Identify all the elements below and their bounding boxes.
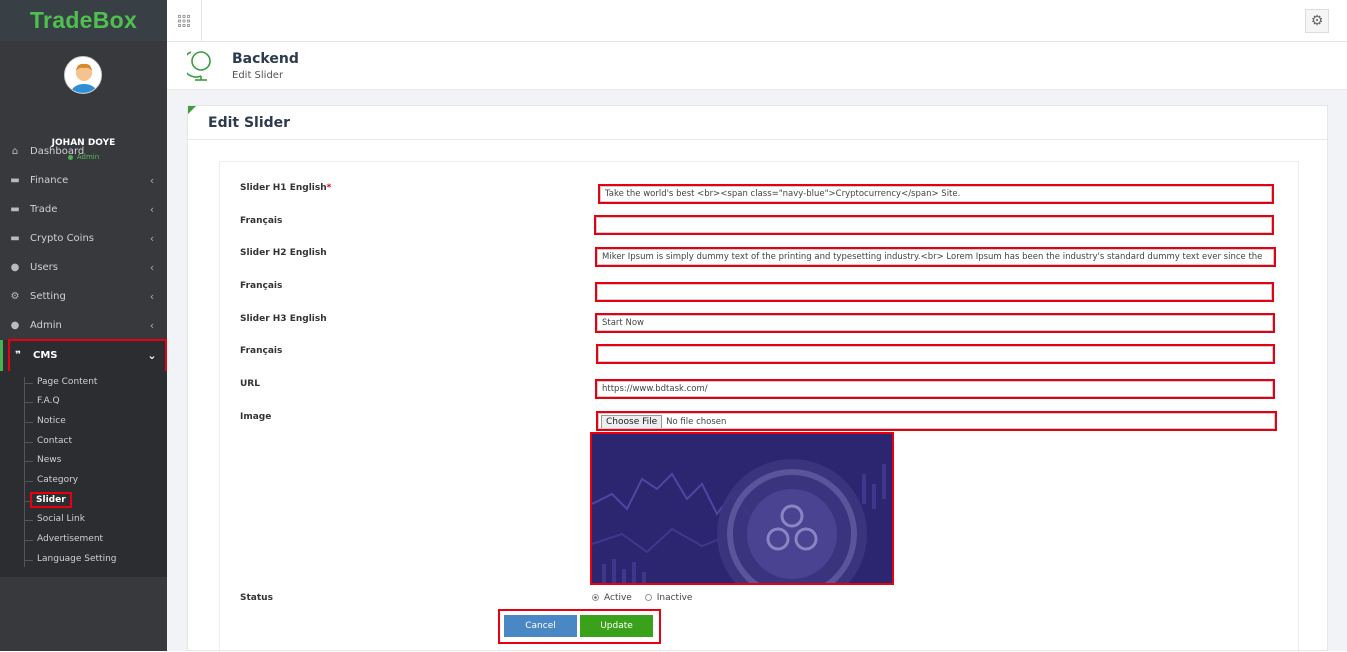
panel-corner-marker	[188, 106, 196, 114]
h1-english-label: Slider H1 English*	[240, 183, 331, 193]
status-label: Status	[240, 593, 273, 603]
sidebar-item-label: Admin	[30, 320, 62, 331]
submenu-item-contact[interactable]: Contact	[37, 436, 72, 446]
crypto-coin-image	[592, 434, 892, 583]
chevron-left-icon: ‹	[149, 174, 155, 187]
gear-icon: ⚙	[10, 291, 20, 302]
submenu-line	[24, 377, 25, 567]
submenu-item-advertisement[interactable]: Advertisement	[37, 534, 103, 544]
file-status: No file chosen	[666, 417, 727, 427]
page-title: Backend	[232, 51, 299, 67]
sidebar-item-dashboard[interactable]: ⌂ Dashboard	[0, 137, 167, 166]
card-icon: ▬	[10, 233, 20, 244]
submenu-tick	[24, 402, 33, 403]
status-active-radio[interactable]	[592, 594, 599, 601]
cms-highlight	[8, 339, 167, 373]
h1-english-label-text: Slider H1 English	[240, 183, 327, 193]
sidebar-item-admin[interactable]: ● Admin ‹	[0, 311, 167, 340]
sidebar: TradeBox JOHAN DOYE Admin ⌂ Dashboard ▬ Fi…	[0, 0, 167, 651]
h3-french-label: Français	[240, 346, 283, 356]
panel-divider	[188, 139, 1327, 140]
sidebar-item-trade[interactable]: ▬ Trade ‹	[0, 195, 167, 224]
submenu-item-category[interactable]: Category	[37, 475, 78, 485]
submenu-item-social-link[interactable]: Social Link	[37, 514, 85, 524]
status-active-label: Active	[604, 593, 632, 603]
sidebar-item-label: Users	[30, 262, 59, 273]
page-header: Backend Edit Slider	[167, 42, 1347, 90]
h2-english-label: Slider H2 English	[240, 248, 327, 258]
h1-french-label: Français	[240, 216, 283, 226]
submenu-item-notice[interactable]: Notice	[37, 416, 66, 426]
submenu-item-faq[interactable]: F.A.Q	[37, 396, 60, 406]
avatar	[64, 56, 102, 94]
h3-english-input[interactable]: Start Now	[595, 313, 1275, 333]
cancel-button[interactable]: Cancel	[504, 615, 577, 637]
submenu-tick	[24, 383, 33, 384]
submenu-item-language-setting[interactable]: Language Setting	[37, 554, 117, 564]
chevron-left-icon: ‹	[149, 232, 155, 245]
menu-toggle-button[interactable]	[167, 0, 202, 41]
submenu-tick	[24, 422, 33, 423]
sidebar-item-label: Setting	[30, 291, 66, 302]
submenu-tick	[24, 461, 33, 462]
required-marker: *	[326, 183, 332, 193]
top-bar: ⚙	[167, 0, 1347, 42]
submenu-tick	[24, 442, 33, 443]
h1-french-input[interactable]	[594, 215, 1274, 235]
card-icon: ▬	[10, 204, 20, 215]
submenu-tick	[24, 540, 33, 541]
submenu-item-slider[interactable]: Slider	[30, 492, 72, 508]
settings-button[interactable]: ⚙	[1305, 9, 1329, 33]
slider-image-preview	[590, 432, 894, 585]
sidebar-item-crypto-coins[interactable]: ▬ Crypto Coins ‹	[0, 224, 167, 253]
image-label: Image	[240, 412, 272, 422]
brand-logo[interactable]: TradeBox	[0, 0, 167, 41]
users-icon: ●	[10, 262, 20, 273]
sidebar-item-label: Crypto Coins	[30, 233, 95, 244]
submenu-tick	[24, 481, 33, 482]
image-file-input[interactable]: Choose File No file chosen	[596, 411, 1277, 431]
h2-french-input[interactable]	[595, 282, 1274, 302]
submenu-tick	[24, 560, 33, 561]
chevron-left-icon: ‹	[149, 203, 155, 216]
h1-english-input[interactable]: Take the world's best <br><span class="n…	[598, 184, 1274, 204]
status-inactive-radio[interactable]	[644, 594, 652, 601]
sidebar-item-label: Finance	[30, 175, 69, 186]
sidebar-item-label: Dashboard	[30, 146, 85, 157]
sidebar-item-users[interactable]: ● Users ‹	[0, 253, 167, 282]
submenu-tick	[24, 501, 33, 502]
gear-icon: ⚙	[1310, 13, 1324, 29]
url-input[interactable]: https://www.bdtask.com/	[595, 379, 1275, 399]
panel-title: Edit Slider	[208, 115, 291, 131]
url-label: URL	[240, 379, 260, 389]
choose-file-button[interactable]: Choose File	[601, 415, 663, 428]
chevron-left-icon: ‹	[149, 290, 155, 303]
h2-french-label: Français	[240, 281, 283, 291]
status-radio-group: Active Inactive	[592, 593, 692, 603]
update-button[interactable]: Update	[580, 615, 653, 637]
h2-english-input[interactable]: Miker Ipsum is simply dummy text of the …	[595, 247, 1276, 267]
breadcrumb: Edit Slider	[232, 70, 284, 81]
status-inactive-label: Inactive	[656, 593, 693, 603]
sidebar-item-setting[interactable]: ⚙ Setting ‹	[0, 282, 167, 311]
sidebar-item-label: Trade	[30, 204, 58, 215]
chevron-left-icon: ‹	[149, 261, 155, 274]
chevron-left-icon: ‹	[149, 319, 155, 332]
home-icon: ⌂	[11, 146, 19, 157]
card-icon: ▬	[10, 175, 20, 186]
submenu-tick	[24, 520, 33, 521]
submenu-item-page-content[interactable]: Page Content	[37, 377, 97, 387]
globe-icon	[187, 51, 211, 81]
form-actions: Cancel Update	[498, 609, 661, 644]
sidebar-item-finance[interactable]: ▬ Finance ‹	[0, 166, 167, 195]
cms-submenu: Page Content F.A.Q Notice Contact News C…	[0, 371, 167, 577]
users-icon: ●	[10, 320, 20, 331]
user-panel: JOHAN DOYE Admin	[0, 41, 167, 161]
submenu-item-news[interactable]: News	[37, 455, 61, 465]
grid-icon	[178, 14, 190, 27]
h3-french-input[interactable]	[596, 344, 1275, 364]
h3-english-label: Slider H3 English	[240, 314, 327, 324]
